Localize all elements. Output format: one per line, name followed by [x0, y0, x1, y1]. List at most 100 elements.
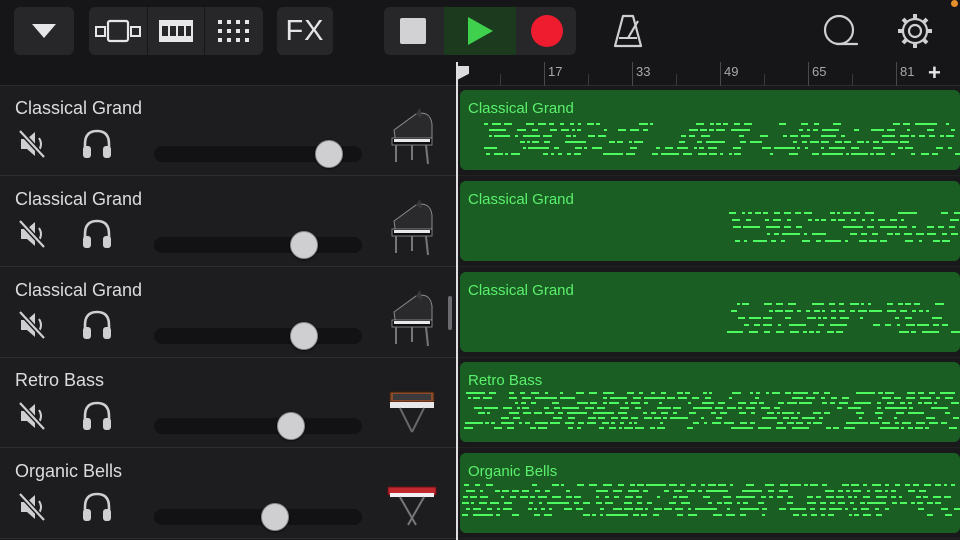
retro-synth-icon[interactable]	[386, 376, 438, 440]
solo-button[interactable]	[78, 400, 116, 436]
mute-button[interactable]	[14, 310, 50, 346]
midi-note	[729, 211, 736, 214]
midi-note	[566, 490, 570, 493]
midi-note	[802, 239, 810, 242]
midi-note	[755, 211, 761, 214]
track-lane[interactable]: Classical Grand	[458, 267, 960, 358]
volume-knob[interactable]	[260, 503, 289, 532]
mute-button[interactable]	[14, 400, 50, 436]
midi-note	[783, 417, 789, 420]
midi-note	[892, 502, 897, 505]
midi-note	[749, 316, 761, 319]
midi-note	[589, 484, 597, 487]
solo-button[interactable]	[78, 219, 116, 255]
midi-region[interactable]: Classical Grand	[460, 90, 960, 170]
midi-note	[727, 330, 743, 333]
record-button[interactable]	[518, 7, 576, 55]
volume-slider[interactable]	[154, 418, 362, 435]
midi-note	[942, 323, 948, 326]
midi-note	[564, 508, 572, 511]
solo-button[interactable]	[78, 310, 116, 346]
midi-note	[577, 484, 584, 487]
volume-slider[interactable]	[154, 327, 362, 344]
solo-button[interactable]	[78, 491, 116, 527]
track-header[interactable]: Retro Bass	[0, 358, 456, 449]
loop-browser-button[interactable]	[818, 12, 862, 50]
midi-note	[951, 484, 955, 487]
midi-note	[523, 135, 540, 137]
track-lane[interactable]: Classical Grand	[458, 86, 960, 176]
midi-note	[858, 309, 867, 312]
volume-knob[interactable]	[314, 140, 343, 168]
midi-note	[793, 392, 808, 395]
midi-region[interactable]: Retro Bass	[460, 362, 960, 443]
resize-handle[interactable]	[448, 296, 452, 330]
stop-button[interactable]	[384, 7, 442, 55]
grand-piano-icon[interactable]	[386, 286, 438, 350]
midi-note	[688, 402, 691, 405]
track-lane[interactable]: Classical Grand	[458, 176, 960, 267]
midi-note	[807, 496, 813, 499]
volume-slider[interactable]	[154, 236, 362, 253]
ruler[interactable]: + 17 33 49 65 81	[458, 62, 960, 86]
dropdown-button[interactable]	[14, 7, 74, 55]
fx-button[interactable]: FX	[277, 7, 333, 55]
track-header[interactable]: Organic Bells	[0, 449, 456, 540]
midi-note	[918, 392, 924, 395]
volume-knob[interactable]	[289, 321, 318, 350]
track-header[interactable]: Classical Grand	[0, 267, 456, 358]
midi-note	[854, 496, 857, 499]
volume-knob[interactable]	[277, 412, 306, 441]
live-loops-button[interactable]	[148, 7, 204, 55]
midi-note	[900, 135, 909, 137]
midi-note	[730, 484, 733, 487]
midi-note	[583, 514, 590, 517]
tracks-view-button[interactable]	[89, 7, 147, 55]
grand-piano-icon[interactable]	[386, 104, 438, 168]
volume-slider[interactable]	[154, 509, 362, 526]
midi-region[interactable]: Organic Bells	[460, 453, 960, 534]
midi-note	[759, 402, 764, 405]
metronome-button[interactable]	[606, 12, 650, 50]
midi-note	[911, 502, 915, 505]
midi-note	[766, 392, 769, 395]
midi-note	[746, 484, 754, 487]
midi-note	[887, 402, 894, 405]
grid-view-button[interactable]	[205, 7, 263, 55]
midi-note	[483, 397, 492, 400]
midi-note	[708, 484, 716, 487]
track-lane[interactable]: Organic Bells	[458, 449, 960, 540]
mute-button[interactable]	[14, 128, 50, 164]
midi-note	[731, 427, 753, 430]
track-lane[interactable]: Retro Bass	[458, 358, 960, 449]
mute-button[interactable]	[14, 219, 50, 255]
midi-note	[512, 490, 519, 493]
midi-note	[846, 490, 850, 493]
play-button[interactable]	[444, 7, 516, 55]
keyboard-synth-icon[interactable]	[386, 467, 438, 531]
add-section-button[interactable]: +	[928, 62, 941, 86]
midi-note	[625, 496, 633, 499]
track-header[interactable]: Classical Grand	[0, 176, 456, 267]
midi-note	[774, 407, 780, 410]
mute-button[interactable]	[14, 491, 50, 527]
grand-piano-icon[interactable]	[386, 195, 438, 259]
midi-note	[899, 330, 909, 333]
midi-note	[597, 407, 605, 410]
track-header[interactable]: Classical Grand	[0, 86, 456, 176]
midi-note	[614, 496, 619, 499]
settings-button[interactable]	[892, 10, 938, 52]
midi-region[interactable]: Classical Grand	[460, 180, 960, 261]
playhead-icon[interactable]	[458, 66, 469, 80]
midi-note	[494, 153, 503, 155]
solo-button[interactable]	[78, 128, 116, 164]
midi-note	[788, 302, 796, 305]
midi-note	[765, 218, 769, 221]
midi-region[interactable]: Classical Grand	[460, 271, 960, 352]
volume-knob[interactable]	[289, 230, 318, 259]
midi-note	[776, 302, 783, 305]
midi-note	[815, 218, 819, 221]
midi-note	[921, 153, 929, 155]
midi-note	[670, 417, 688, 420]
midi-note	[590, 402, 597, 405]
